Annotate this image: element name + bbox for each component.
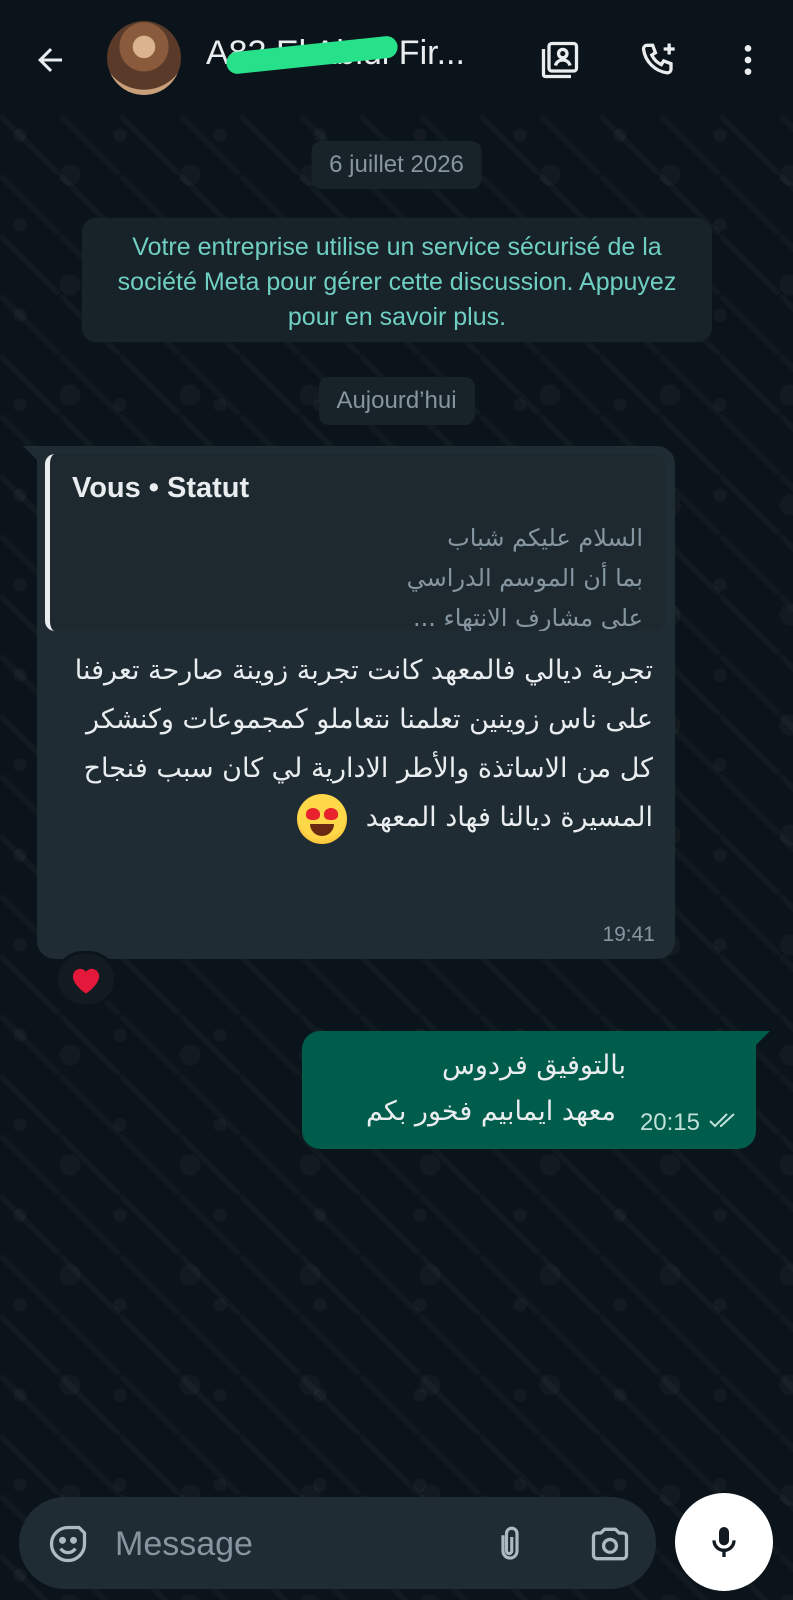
avatar[interactable] xyxy=(107,21,181,95)
message-input[interactable] xyxy=(115,1519,455,1569)
date-chip: 6 juillet 2026 xyxy=(311,141,482,189)
quote-text: السلام عليكم شباب بما أن الموسم الدراسي … xyxy=(83,518,643,631)
quoted-status[interactable]: Vous • Statut السلام عليكم شباب بما أن ا… xyxy=(45,454,665,631)
quote-title: Vous • Statut xyxy=(72,472,250,504)
message-body: تجربة ديالي فالمعهد كانت تجربة زوينة صار… xyxy=(74,655,653,833)
quote-line: السلام عليكم شباب xyxy=(447,524,643,552)
incoming-message[interactable]: Vous • Statut السلام عليكم شباب بما أن ا… xyxy=(23,446,675,959)
message-text: تجربة ديالي فالمعهد كانت تجربة زوينة صار… xyxy=(53,646,653,844)
message-time: 19:41 xyxy=(602,923,655,946)
back-arrow-icon[interactable] xyxy=(28,38,72,82)
message-time: 20:15 xyxy=(639,1109,700,1136)
quote-line: على مشارف الانتهاء ... xyxy=(412,604,643,631)
contact-card-icon[interactable] xyxy=(536,36,584,84)
add-call-icon[interactable] xyxy=(636,36,684,84)
message-composer xyxy=(19,1497,656,1589)
message-meta: 20:15 xyxy=(640,1109,738,1137)
double-check-icon xyxy=(708,1109,738,1137)
message-line: معهد ايمابيم فخور بكم xyxy=(365,1096,616,1127)
system-notice[interactable]: Votre entreprise utilise un service sécu… xyxy=(82,218,712,342)
quote-line: بما أن الموسم الدراسي xyxy=(406,564,643,592)
heart-reaction-icon[interactable] xyxy=(55,951,117,1007)
message-text: بالتوفيق فردوس معهد ايمابيم فخور بكم xyxy=(316,1043,626,1135)
sticker-icon[interactable] xyxy=(43,1519,93,1569)
heart-eyes-emoji-icon xyxy=(297,793,348,844)
chat-header: A83 El Abidi Fir... xyxy=(0,0,793,115)
outgoing-message[interactable]: بالتوفيق فردوس معهد ايمابيم فخور بكم 20:… xyxy=(302,1031,770,1149)
today-chip: Aujourd’hui xyxy=(318,377,475,425)
attach-icon[interactable] xyxy=(485,1519,535,1569)
mic-icon[interactable] xyxy=(675,1493,773,1591)
camera-icon[interactable] xyxy=(585,1519,635,1569)
message-line: بالتوفيق فردوس xyxy=(441,1050,626,1081)
more-vert-icon[interactable] xyxy=(724,36,772,84)
